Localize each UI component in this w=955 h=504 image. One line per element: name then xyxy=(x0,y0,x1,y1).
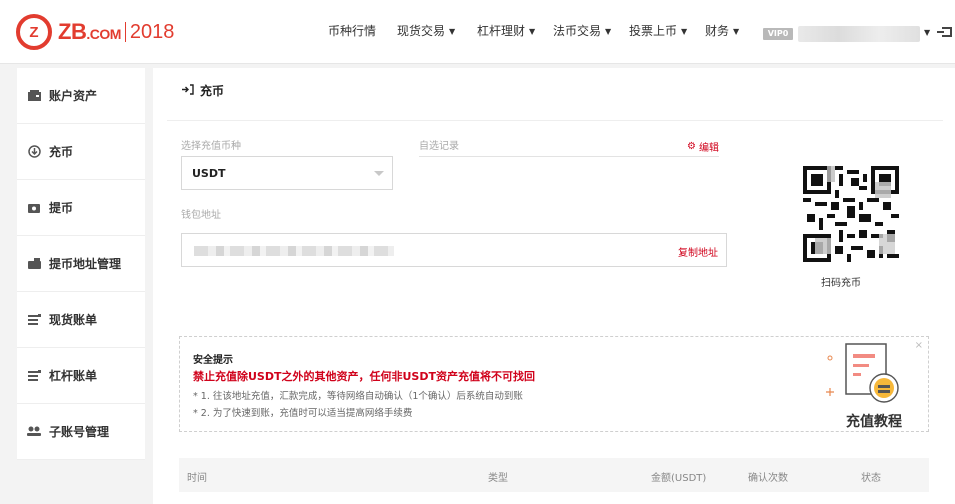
col-amount: 金额(USDT) xyxy=(651,473,707,484)
zb-logo-mark: Z xyxy=(16,14,52,50)
title-divider xyxy=(167,120,943,121)
nav-market[interactable]: 币种行情 xyxy=(328,22,376,39)
sidebar-item-label: 账户资产 xyxy=(49,89,98,103)
qr-caption: 扫码充币 xyxy=(821,278,861,289)
coin-select[interactable]: USDT xyxy=(181,156,393,190)
address-book-icon xyxy=(27,257,41,271)
chevron-down-icon[interactable]: ▼ xyxy=(924,28,930,37)
deposit-qr-code xyxy=(803,166,899,262)
nav-vote-listing-label: 投票上币 xyxy=(629,24,678,38)
withdraw-icon xyxy=(27,201,41,215)
nav-fiat-trade[interactable]: 法币交易 ▼ xyxy=(553,22,611,39)
logo-brand-text: ZB xyxy=(58,19,87,44)
gear-icon: ⚙ xyxy=(687,141,696,152)
sidebar-item-label: 杠杆账单 xyxy=(49,369,98,383)
wallet-address-redacted xyxy=(194,246,394,256)
nav-fiat-trade-label: 法币交易 xyxy=(553,24,602,38)
chevron-down-icon: ▼ xyxy=(449,27,456,36)
zb-logo[interactable]: Z ZB.COM 2018 xyxy=(16,12,174,52)
wallet-address-field[interactable]: 复制地址 xyxy=(181,233,727,267)
margin-bill-icon xyxy=(27,369,41,383)
sidebar-item-label: 充币 xyxy=(49,145,74,159)
nav-margin-label: 杠杆理财 xyxy=(477,24,526,38)
notice-title: 安全提示 xyxy=(193,355,233,366)
nav-spot-trade[interactable]: 现货交易 ▼ xyxy=(397,22,455,39)
dropdown-arrow-icon xyxy=(374,171,384,176)
sidebar-item-withdraw[interactable]: 提币 xyxy=(17,180,145,236)
coin-select-label: 选择充值币种 xyxy=(181,141,241,152)
tutorial-illustration-icon xyxy=(826,343,899,403)
logo-divider xyxy=(124,22,126,42)
nav-vote-listing[interactable]: 投票上币 ▼ xyxy=(629,22,687,39)
sidebar-item-spot-bill[interactable]: 现货账单 xyxy=(17,292,145,348)
sidebar-item-assets[interactable]: 账户资产 xyxy=(17,68,145,124)
sidebar-item-label: 提币地址管理 xyxy=(49,257,122,271)
sidebar-item-address-manage[interactable]: 提币地址管理 xyxy=(17,236,145,292)
memo-field[interactable] xyxy=(419,156,719,157)
nav-finance[interactable]: 财务 ▼ xyxy=(705,22,739,39)
deposit-tutorial-button[interactable]: 充值教程 xyxy=(820,341,920,431)
user-account-redacted[interactable] xyxy=(798,26,920,42)
chevron-down-icon: ▼ xyxy=(605,27,612,36)
chevron-down-icon: ▼ xyxy=(733,27,740,36)
nav-finance-label: 财务 xyxy=(705,24,730,38)
sub-account-icon xyxy=(27,425,41,439)
col-status: 状态 xyxy=(861,473,881,484)
wallet-icon xyxy=(27,89,41,103)
wallet-address-label: 钱包地址 xyxy=(181,210,221,221)
logo-year: 2018 xyxy=(129,20,175,43)
edit-button[interactable]: ⚙ 编辑 xyxy=(687,139,719,154)
col-time: 时间 xyxy=(187,473,207,484)
deposit-arrow-icon xyxy=(181,83,194,98)
page-title-text: 充币 xyxy=(200,84,225,98)
tutorial-label: 充值教程 xyxy=(846,414,902,430)
account-sidebar: 账户资产 充币 提币 提币地址管理 现货账单 杠杆账单 子账号管理 xyxy=(17,68,145,460)
spot-bill-icon xyxy=(27,313,41,327)
coin-select-value: USDT xyxy=(192,167,226,180)
sidebar-item-deposit[interactable]: 充币 xyxy=(17,124,145,180)
col-confirmations: 确认次数 xyxy=(748,473,788,484)
sidebar-item-margin-bill[interactable]: 杠杆账单 xyxy=(17,348,145,404)
notice-line: * 2. 为了快速到账，充值时可以适当提高网络手续费 xyxy=(193,408,413,419)
nav-margin[interactable]: 杠杆理财 ▼ xyxy=(477,22,535,39)
sidebar-item-label: 子账号管理 xyxy=(49,425,110,439)
sidebar-item-sub-accounts[interactable]: 子账号管理 xyxy=(17,404,145,460)
sidebar-item-label: 提币 xyxy=(49,201,74,215)
logo-brand: ZB.COM xyxy=(58,19,121,45)
deposit-history-header: 时间 类型 金额(USDT) 确认次数 状态 xyxy=(179,458,929,492)
logo-domain: .COM xyxy=(86,26,121,42)
chevron-down-icon: ▼ xyxy=(529,27,536,36)
vip-level-badge: VIP0 xyxy=(763,28,793,40)
copy-address-button[interactable]: 复制地址 xyxy=(678,244,718,259)
memo-label: 自选记录 xyxy=(419,141,459,152)
nav-market-label: 币种行情 xyxy=(328,24,377,38)
col-type: 类型 xyxy=(488,473,508,484)
deposit-icon xyxy=(27,145,41,159)
edit-button-label: 编辑 xyxy=(698,143,719,154)
chevron-down-icon: ▼ xyxy=(681,27,688,36)
notice-line: * 1. 往该地址充值，汇款完成，等待网络自动确认（1个确认）后系统自动到账 xyxy=(193,391,523,402)
page-title: 充币 xyxy=(181,82,224,99)
safety-notice: 安全提示 禁止充值除USDT之外的其他资产，任何非USDT资产充值将不可找回 *… xyxy=(179,336,929,432)
deposit-panel: 充币 选择充值币种 USDT 自选记录 ⚙ 编辑 钱包地址 复制地址 扫码充币 … xyxy=(153,68,955,504)
logout-icon[interactable] xyxy=(937,27,952,37)
top-header: Z ZB.COM 2018 币种行情 现货交易 ▼ 杠杆理财 ▼ 法币交易 ▼ 投票上… xyxy=(0,0,955,64)
nav-spot-trade-label: 现货交易 xyxy=(397,24,446,38)
sidebar-item-label: 现货账单 xyxy=(49,313,98,327)
notice-warning: 禁止充值除USDT之外的其他资产，任何非USDT资产充值将不可找回 xyxy=(193,370,535,383)
